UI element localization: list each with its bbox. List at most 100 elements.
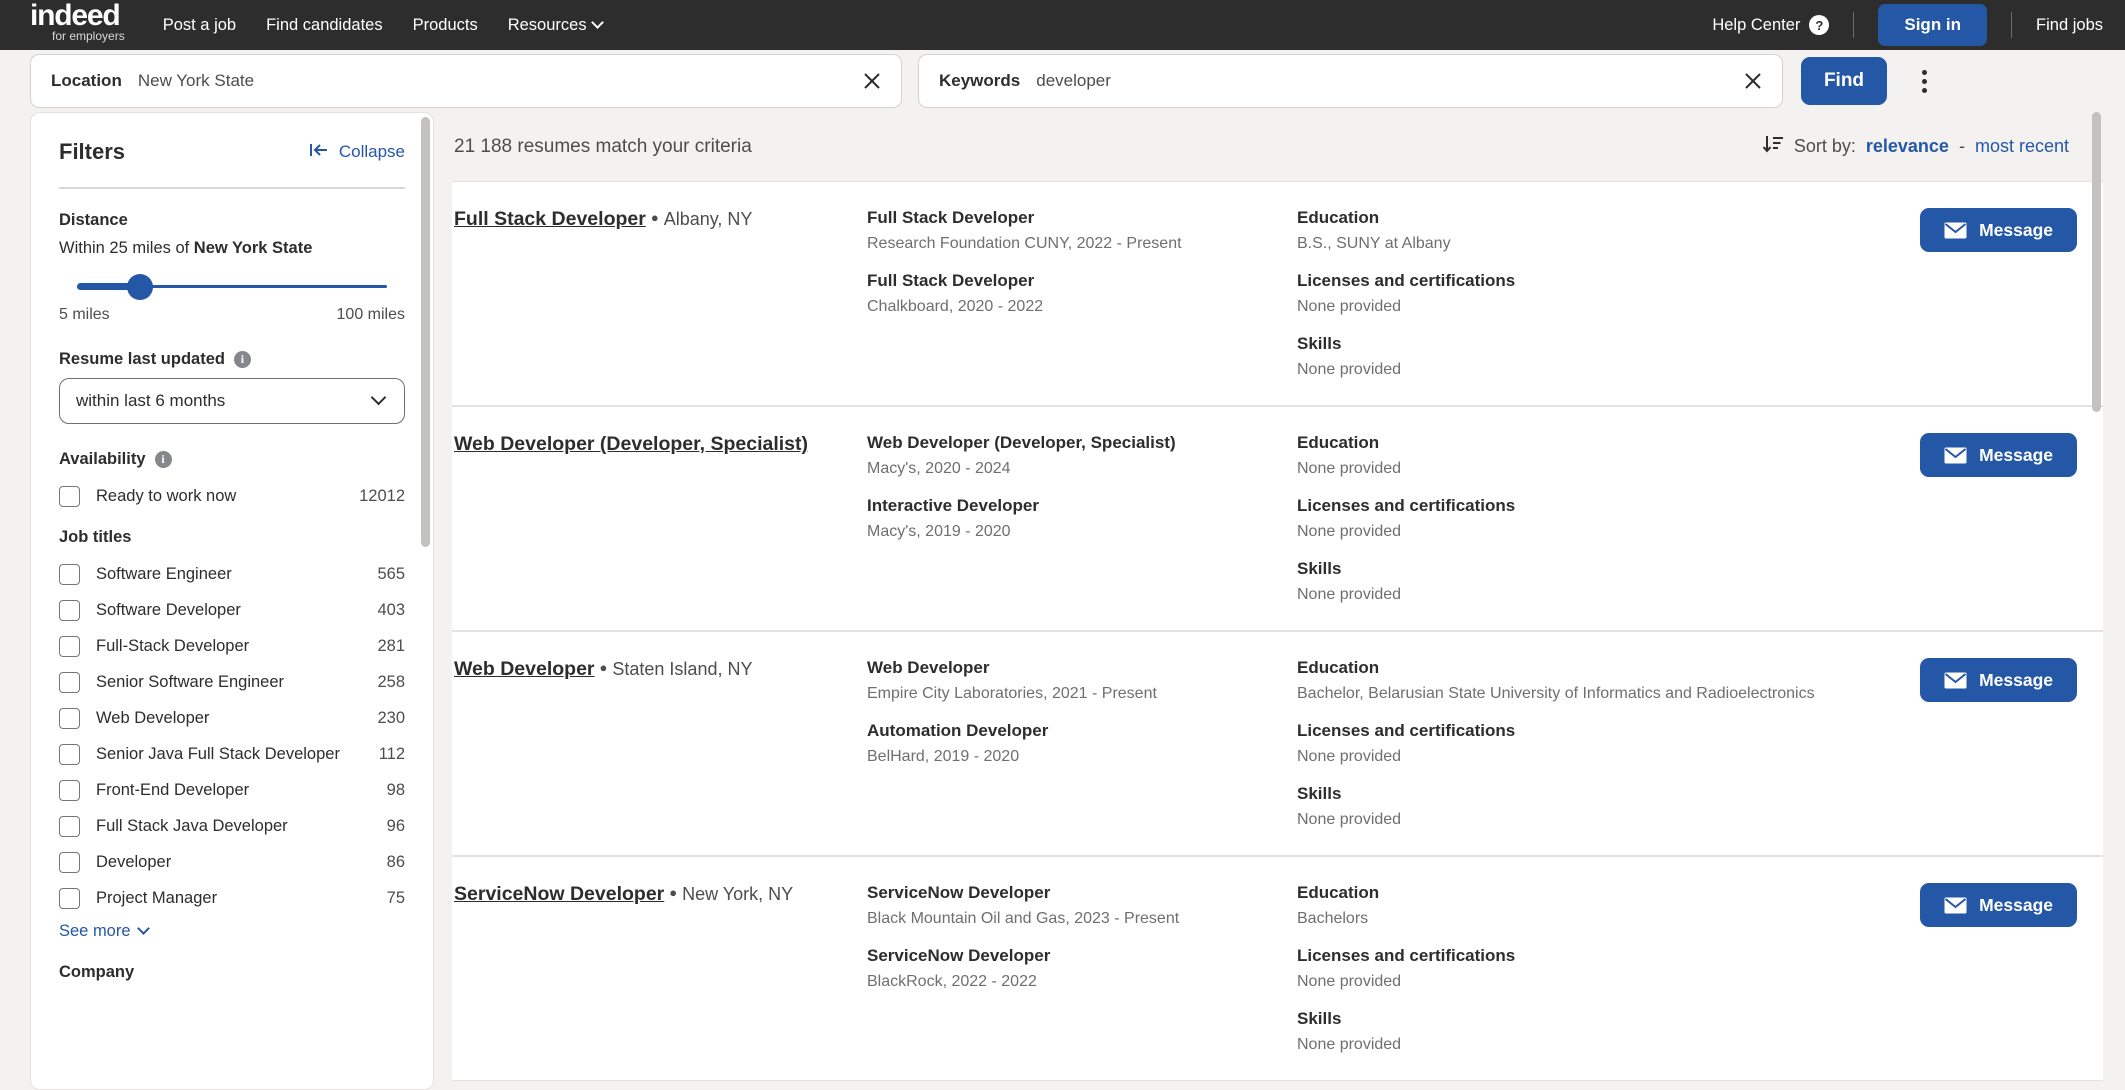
resume-updated-select[interactable]: within last 6 months [59, 378, 405, 424]
nav-item-find-candidates[interactable]: Find candidates [266, 16, 383, 35]
experience-title: Web Developer (Developer, Specialist) [867, 433, 1176, 452]
filter-option-label: Senior Software Engineer [96, 672, 285, 691]
info-icon[interactable]: i [154, 451, 172, 468]
candidate-location: Staten Island, NY [612, 659, 753, 679]
help-center-link[interactable]: Help Center ? [1712, 15, 1830, 35]
location-field[interactable]: Location [30, 54, 902, 108]
logo-subtitle: for employers [52, 29, 125, 43]
distance-summary: Within 25 miles of New York State [59, 239, 405, 258]
sort-by-most-recent-link[interactable]: most recent [1975, 136, 2069, 157]
filter-option-project-manager[interactable]: Project Manager 75 [59, 880, 405, 916]
results-panel: 21 188 resumes match your criteria Sort … [452, 112, 2103, 1090]
education-heading: Education [1297, 883, 1380, 902]
licenses-heading: Licenses and certifications [1297, 721, 1516, 740]
nav-item-post-a-job[interactable]: Post a job [163, 16, 236, 35]
clear-keywords-icon[interactable] [1738, 66, 1768, 96]
find-button[interactable]: Find [1801, 57, 1887, 105]
indeed-employers-logo[interactable]: indeed for employers [30, 1, 125, 44]
checkbox[interactable] [59, 887, 80, 909]
keywords-field[interactable]: Keywords [918, 54, 1783, 108]
page-content: Filters Collapse Distance Within 25 mile… [0, 112, 2125, 1090]
checkbox[interactable] [59, 599, 80, 621]
see-more-job-titles-button[interactable]: See more [59, 922, 405, 941]
licenses-heading: Licenses and certifications [1297, 271, 1516, 290]
filter-option-front-end-developer[interactable]: Front-End Developer 98 [59, 772, 405, 808]
candidate-title-link[interactable]: ServiceNow Developer [454, 883, 664, 905]
resume-result-card[interactable]: Web Developer (Developer, Specialist) We… [452, 406, 2103, 631]
message-button[interactable]: Message [1920, 208, 2077, 252]
filter-option-label: Full-Stack Developer [96, 636, 250, 655]
message-button[interactable]: Message [1920, 658, 2077, 702]
experience-column: ServiceNow Developer Black Mountain Oil … [867, 883, 1297, 991]
education-column: Education B.S., SUNY at Albany Licenses … [1297, 208, 1920, 379]
experience-subtitle: Empire City Laboratories, 2021 - Present [867, 685, 1157, 702]
kebab-dot [1921, 69, 1927, 75]
checkbox[interactable] [59, 851, 80, 873]
results-scrollbar[interactable] [2092, 112, 2101, 412]
filter-option-full-stack-developer[interactable]: Full-Stack Developer 281 [59, 628, 405, 664]
keywords-label: Keywords [939, 71, 1021, 90]
checkbox[interactable] [59, 485, 80, 507]
experience-title: Automation Developer [867, 721, 1049, 740]
filter-option-software-developer[interactable]: Software Developer 403 [59, 592, 405, 628]
education-value: Bachelor, Belarusian State University of… [1297, 685, 1815, 702]
checkbox[interactable] [59, 635, 80, 657]
nav-item-resources[interactable]: Resources [508, 15, 604, 35]
filter-option-count: 96 [386, 816, 405, 835]
filter-option-web-developer[interactable]: Web Developer 230 [59, 700, 405, 736]
distance-slider[interactable] [59, 274, 405, 300]
find-jobs-link[interactable]: Find jobs [2036, 16, 2103, 35]
keywords-input[interactable] [1036, 71, 1738, 91]
resume-result-card[interactable]: Web Developer ● Staten Island, NY Web Deve… [452, 631, 2103, 856]
location-input[interactable] [137, 71, 857, 91]
info-icon[interactable]: i [233, 351, 251, 368]
nav-item-products[interactable]: Products [413, 16, 478, 35]
candidate-identity: ServiceNow Developer ● New York, NY [452, 883, 867, 906]
resume-result-card[interactable]: Full Stack Developer ● Albany, NY Full Sta… [452, 181, 2103, 406]
candidate-title-link[interactable]: Full Stack Developer [454, 208, 646, 230]
collapse-left-icon [309, 142, 329, 163]
filter-option-senior-java-full-stack-developer[interactable]: Senior Java Full Stack Developer 112 [59, 736, 405, 772]
sort-by-relevance-link[interactable]: relevance [1866, 136, 1949, 157]
experience-title: Interactive Developer [867, 496, 1039, 515]
resume-result-card[interactable]: ServiceNow Developer ● New York, NY Servic… [452, 856, 2103, 1081]
filter-option-count: 75 [386, 888, 405, 907]
checkbox[interactable] [59, 671, 80, 693]
filter-option-label: Web Developer [96, 708, 210, 727]
separator-dot: ● [650, 210, 659, 225]
nav-divider [1853, 12, 1855, 38]
chevron-down-icon [590, 15, 604, 29]
filter-option-full-stack-java-developer[interactable]: Full Stack Java Developer 96 [59, 808, 405, 844]
kebab-dot [1921, 78, 1927, 84]
checkbox[interactable] [59, 815, 80, 837]
candidate-title-link[interactable]: Web Developer [454, 658, 595, 680]
filter-option-developer[interactable]: Developer 86 [59, 844, 405, 880]
checkbox[interactable] [59, 707, 80, 729]
sign-in-button[interactable]: Sign in [1878, 4, 1988, 46]
sidebar-scrollbar[interactable] [421, 117, 430, 547]
filter-option-count: 281 [377, 636, 405, 655]
message-button[interactable]: Message [1920, 433, 2077, 477]
clear-location-icon[interactable] [857, 66, 887, 96]
filter-option-software-engineer[interactable]: Software Engineer 565 [59, 556, 405, 592]
kebab-menu-icon[interactable] [1903, 60, 1945, 102]
education-value: Bachelors [1297, 910, 1369, 927]
education-value: B.S., SUNY at Albany [1297, 235, 1451, 252]
checkbox[interactable] [59, 743, 80, 765]
slider-handle[interactable] [127, 274, 153, 300]
collapse-filters-button[interactable]: Collapse [309, 142, 405, 163]
filter-option-ready-to-work-now[interactable]: Ready to work now 12012 [59, 478, 405, 514]
experience-subtitle: Chalkboard, 2020 - 2022 [867, 298, 1044, 315]
job-titles-title: Job titles [59, 528, 132, 546]
skills-value: None provided [1297, 811, 1402, 828]
licenses-value: None provided [1297, 748, 1402, 765]
education-heading: Education [1297, 208, 1380, 227]
filter-option-label: Senior Java Full Stack Developer [96, 744, 340, 763]
candidate-title-link[interactable]: Web Developer (Developer, Specialist) [454, 433, 808, 455]
skills-value: None provided [1297, 586, 1402, 603]
message-button-label: Message [1979, 894, 2053, 915]
filter-option-senior-software-engineer[interactable]: Senior Software Engineer 258 [59, 664, 405, 700]
checkbox[interactable] [59, 779, 80, 801]
message-button[interactable]: Message [1920, 883, 2077, 927]
checkbox[interactable] [59, 563, 80, 585]
